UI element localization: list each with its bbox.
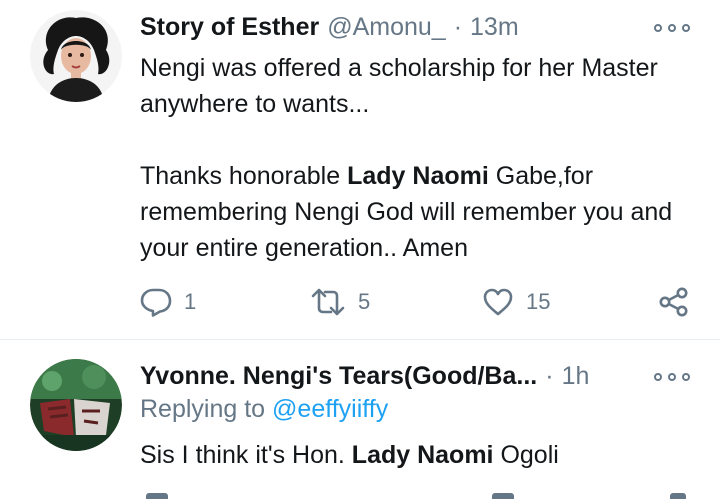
like-icon bbox=[483, 288, 513, 316]
display-name[interactable]: Yvonne. Nengi's Tears(Good/Ba... bbox=[140, 362, 537, 391]
reply-count: 1 bbox=[184, 289, 197, 314]
timestamp[interactable]: 1h bbox=[562, 362, 590, 391]
tweet-text-segment: Thanks honorable bbox=[140, 162, 348, 190]
tweet-paragraph: Nengi was offered a scholarship for her … bbox=[140, 54, 658, 118]
more-icon[interactable] bbox=[654, 18, 690, 38]
retweet-button[interactable]: 5 bbox=[310, 284, 370, 320]
tweet-header: Story of Esther @Amonu_ · 13m bbox=[140, 10, 519, 44]
tweet-text: Nengi was offered a scholarship for her … bbox=[140, 50, 700, 266]
avatar-illustration bbox=[30, 10, 122, 102]
tweet-text-segment: Ogoli bbox=[493, 441, 559, 469]
reply-icon[interactable] bbox=[146, 493, 168, 499]
tweet-header: Yvonne. Nengi's Tears(Good/Ba... · 1h bbox=[140, 359, 589, 393]
tweet-actions-partial bbox=[140, 493, 700, 499]
avatar-photo bbox=[30, 359, 122, 451]
tweet-yvonne[interactable]: Yvonne. Nengi's Tears(Good/Ba... · 1h Re… bbox=[0, 341, 720, 499]
replying-to-label: Replying to bbox=[140, 395, 273, 423]
like-icon[interactable] bbox=[492, 493, 514, 499]
more-icon[interactable] bbox=[654, 367, 690, 387]
separator-dot: · bbox=[545, 361, 554, 390]
retweet-icon bbox=[311, 288, 345, 316]
retweet-count: 5 bbox=[358, 289, 371, 314]
tweet-text-bold: Lady Naomi bbox=[347, 162, 489, 190]
mention-link[interactable]: @eeffyiiffy bbox=[272, 395, 388, 423]
avatar[interactable] bbox=[30, 359, 122, 451]
share-icon[interactable] bbox=[670, 493, 686, 499]
reply-icon bbox=[140, 288, 172, 317]
timestamp[interactable]: 13m bbox=[470, 13, 519, 42]
display-name[interactable]: Story of Esther bbox=[140, 13, 319, 42]
tweet-text: Sis I think it's Hon. Lady Naomi Ogoli bbox=[140, 437, 700, 473]
tweet-paragraph: Thanks honorable Lady Naomi Gabe,for rem… bbox=[140, 158, 700, 266]
tweet-text-bold: Lady Naomi bbox=[351, 441, 494, 469]
like-button[interactable]: 15 bbox=[482, 284, 550, 320]
share-icon bbox=[659, 287, 688, 317]
tweet-story-of-esther[interactable]: Story of Esther @Amonu_ · 13m Nengi was … bbox=[0, 0, 720, 340]
user-handle[interactable]: @Amonu_ bbox=[327, 13, 446, 42]
replying-to: Replying to @eeffyiiffy bbox=[140, 395, 388, 424]
avatar[interactable] bbox=[30, 10, 122, 102]
tweet-actions: 1 5 15 bbox=[140, 284, 700, 320]
like-count: 15 bbox=[526, 289, 551, 314]
tweet-text-segment: Sis I think it's Hon. bbox=[140, 441, 352, 469]
tweet-divider bbox=[0, 339, 720, 340]
separator-dot: · bbox=[453, 12, 463, 41]
reply-button[interactable]: 1 bbox=[140, 284, 196, 320]
share-button[interactable] bbox=[658, 284, 690, 320]
tweet-paragraph: Sis I think it's Hon. Lady Naomi Ogoli bbox=[140, 437, 700, 473]
